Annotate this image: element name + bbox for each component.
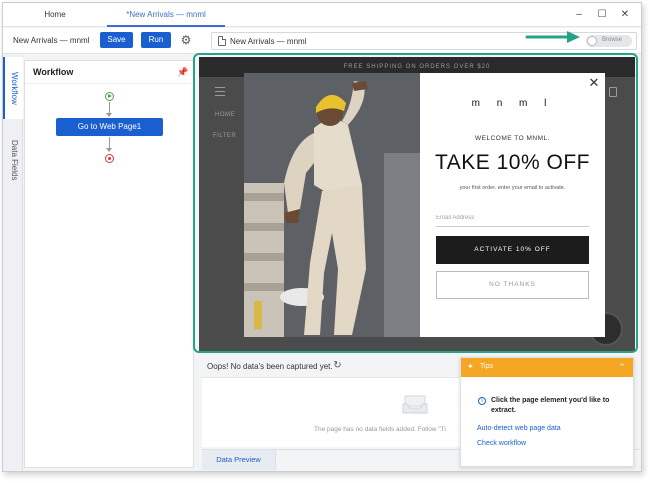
side-tab-data-fields[interactable]: Data Fields xyxy=(3,125,23,195)
tips-panel: ✦ Tips ⌃ i Click the page element you'd … xyxy=(460,357,634,467)
page-icon xyxy=(218,36,226,46)
info-icon: i xyxy=(478,397,486,405)
site-filter[interactable]: FILTER xyxy=(213,133,236,139)
title-bar: Home *New Arrivals — mnml – ☐ ✕ xyxy=(3,3,641,27)
web-view[interactable]: FREE SHIPPING ON ORDERS OVER $20 HOME FI… xyxy=(199,57,635,351)
cart-icon[interactable] xyxy=(609,87,617,97)
collapse-icon[interactable]: ⌃ xyxy=(616,361,628,373)
close-icon[interactable]: ✕ xyxy=(614,7,636,23)
tab-home[interactable]: Home xyxy=(3,3,107,27)
url-text: New Arrivals — mnml xyxy=(230,37,307,46)
end-node-icon xyxy=(105,154,114,163)
popup-close-icon[interactable]: ✕ xyxy=(588,76,600,89)
maximize-icon[interactable]: ☐ xyxy=(591,7,613,23)
side-tab-workflow[interactable]: Workflow xyxy=(3,57,23,119)
auto-detect-link[interactable]: Auto-detect web page data xyxy=(477,425,561,432)
browse-toggle[interactable]: Browse xyxy=(586,35,632,47)
site-nav-home[interactable]: HOME xyxy=(215,112,235,118)
browse-label: Browse xyxy=(602,37,623,43)
workflow-panel: Workflow 📌 Go to Web Page1 xyxy=(24,60,194,468)
model-photo xyxy=(244,73,420,337)
lightbulb-icon: ✦ xyxy=(467,362,474,371)
workflow-step-go-to-web-page[interactable]: Go to Web Page1 xyxy=(56,118,163,136)
flow-arrow-icon xyxy=(106,148,112,152)
email-field[interactable] xyxy=(436,210,589,227)
save-button[interactable]: Save xyxy=(100,32,133,48)
toggle-knob xyxy=(587,36,597,46)
tab-data-preview[interactable]: Data Preview xyxy=(202,450,276,470)
no-thanks-button[interactable]: NO THANKS xyxy=(436,271,589,299)
data-empty-message: The page has no data fields added. Follo… xyxy=(314,426,446,433)
empty-tray-icon xyxy=(402,395,428,414)
divider xyxy=(25,83,193,84)
flow-arrow-icon xyxy=(106,113,112,117)
discount-popup: ✕ m n m l WELCOME TO MNML. TAKE 10% OFF … xyxy=(244,73,605,337)
tips-message: Click the page element you'd like to ext… xyxy=(491,397,610,414)
task-name: New Arrivals — mnml xyxy=(13,36,90,45)
brand-logo: m n m l xyxy=(471,98,554,109)
check-workflow-link[interactable]: Check workflow xyxy=(477,440,526,447)
data-preview-area: The page has no data fields added. Follo… xyxy=(202,377,460,447)
popup-welcome: WELCOME TO MNML. xyxy=(475,135,550,142)
run-button[interactable]: Run xyxy=(141,32,171,48)
popup-subtext: your first order. enter your email to ac… xyxy=(459,185,566,191)
workflow-title: Workflow xyxy=(33,67,74,77)
hamburger-menu-icon[interactable] xyxy=(215,87,225,96)
start-node-icon xyxy=(105,92,114,101)
tab-new-arrivals[interactable]: *New Arrivals — mnml xyxy=(107,3,225,27)
gear-icon[interactable]: ⚙ xyxy=(179,33,193,47)
side-tabs: Workflow Data Fields xyxy=(3,55,23,471)
activate-discount-button[interactable]: ACTIVATE 10% OFF xyxy=(436,236,589,264)
data-status-text: Oops! No data's been captured yet. xyxy=(207,362,333,371)
minimize-icon[interactable]: – xyxy=(568,7,590,23)
tips-header: ✦ Tips ⌃ xyxy=(461,358,633,377)
refresh-icon[interactable]: ↻ xyxy=(332,360,343,371)
pin-icon[interactable]: 📌 xyxy=(177,67,188,77)
annotation-arrow-icon xyxy=(525,31,580,43)
popup-headline: TAKE 10% OFF xyxy=(435,151,590,174)
popup-content: ✕ m n m l WELCOME TO MNML. TAKE 10% OFF … xyxy=(420,73,605,337)
tips-title: Tips xyxy=(480,363,493,370)
